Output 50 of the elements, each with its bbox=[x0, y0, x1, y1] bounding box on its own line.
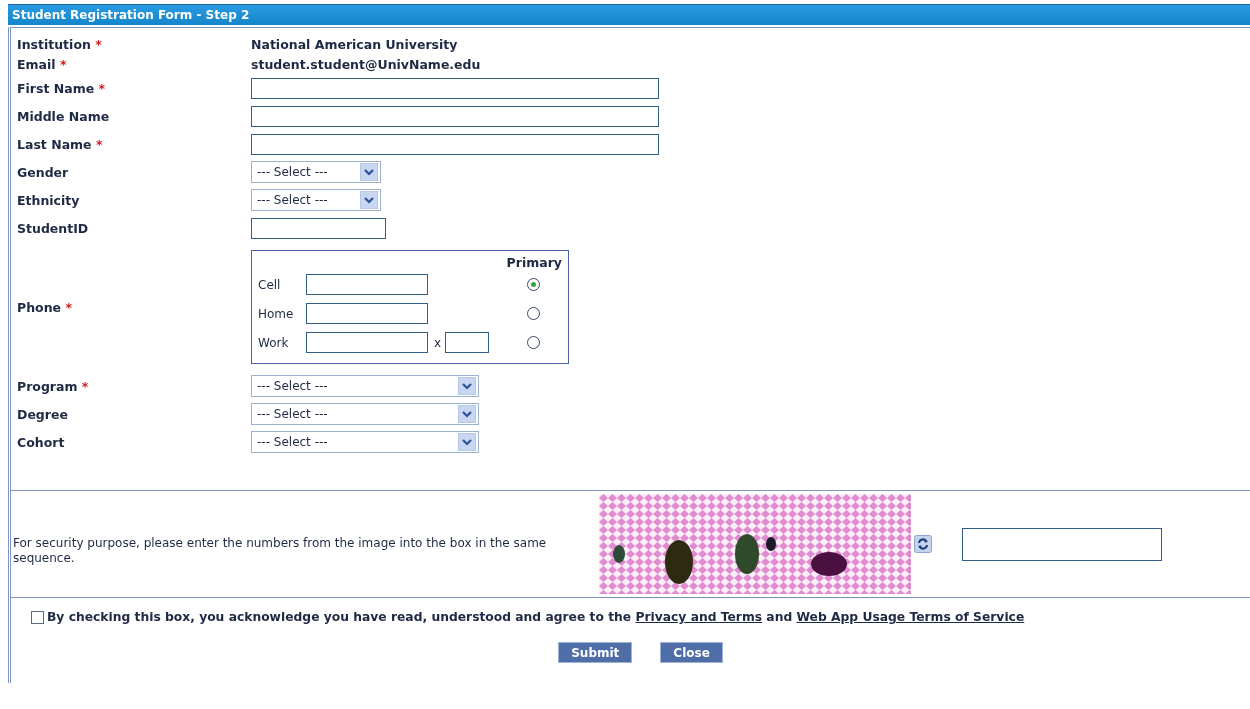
field-label: Cohort bbox=[17, 434, 66, 450]
dropdown-field[interactable]: --- Select --- bbox=[251, 375, 479, 397]
input-field[interactable] bbox=[306, 303, 428, 324]
field-label: First Name * bbox=[17, 80, 107, 96]
checkbox[interactable] bbox=[31, 610, 44, 624]
field-label: Degree bbox=[17, 406, 69, 422]
field-label: Institution * bbox=[17, 36, 103, 52]
security-prompt: For security purpose, please enter the numbers from the image into the box in the same sequence. bbox=[13, 536, 548, 566]
radio-button[interactable] bbox=[527, 307, 540, 320]
chevron-down-icon bbox=[458, 405, 476, 423]
form-button[interactable]: Submit bbox=[558, 642, 633, 663]
phone-label: Home bbox=[258, 306, 295, 321]
field-label: Phone * bbox=[17, 299, 73, 315]
dropdown-field[interactable]: --- Select --- bbox=[251, 431, 479, 453]
field-label: Ethnicity bbox=[17, 192, 81, 208]
chevron-down-icon bbox=[458, 433, 476, 451]
radio-button[interactable] bbox=[527, 278, 540, 291]
input-field[interactable] bbox=[251, 217, 386, 239]
form-button[interactable]: Close bbox=[660, 642, 723, 663]
input-field[interactable] bbox=[251, 105, 659, 127]
answer-field[interactable] bbox=[962, 527, 1162, 561]
extension-label: x bbox=[434, 335, 442, 350]
input-field[interactable] bbox=[251, 77, 659, 99]
chevron-down-icon bbox=[360, 191, 378, 209]
field-value: National American University bbox=[251, 36, 458, 52]
field-label: Last Name * bbox=[17, 136, 104, 152]
terms-link[interactable]: Web App Usage Terms of Service bbox=[796, 610, 1025, 624]
refresh-icon[interactable] bbox=[914, 535, 932, 553]
extension-field[interactable] bbox=[445, 332, 490, 353]
window-title: Student Registration Form - Step 2 bbox=[8, 4, 1250, 25]
input-field[interactable] bbox=[306, 332, 428, 353]
dropdown-field[interactable]: --- Select --- bbox=[251, 161, 381, 183]
field-label: Email * bbox=[17, 56, 68, 72]
agreement-text: By checking this box, you acknowledge you have read, understood and agree to the Privacy and Terms and Web App Usage Terms of Service bbox=[47, 610, 1025, 624]
dropdown-field[interactable]: --- Select --- bbox=[251, 403, 479, 425]
phone-label: Work bbox=[258, 335, 290, 350]
chevron-down-icon bbox=[360, 163, 378, 181]
chevron-down-icon bbox=[458, 377, 476, 395]
radio-button[interactable] bbox=[527, 336, 540, 349]
terms-link[interactable]: Privacy and Terms bbox=[635, 610, 763, 624]
input-field[interactable] bbox=[306, 274, 428, 295]
column-heading: Primary bbox=[506, 255, 562, 270]
field-label: StudentID bbox=[17, 220, 90, 236]
field-value: student.student@UnivName.edu bbox=[251, 56, 481, 72]
field-label: Program * bbox=[17, 378, 90, 394]
input-field[interactable] bbox=[251, 133, 659, 155]
field-label: Gender bbox=[17, 164, 70, 180]
field-label: Middle Name bbox=[17, 108, 111, 124]
phone-label: Cell bbox=[258, 277, 282, 292]
dropdown-field[interactable]: --- Select --- bbox=[251, 189, 381, 211]
